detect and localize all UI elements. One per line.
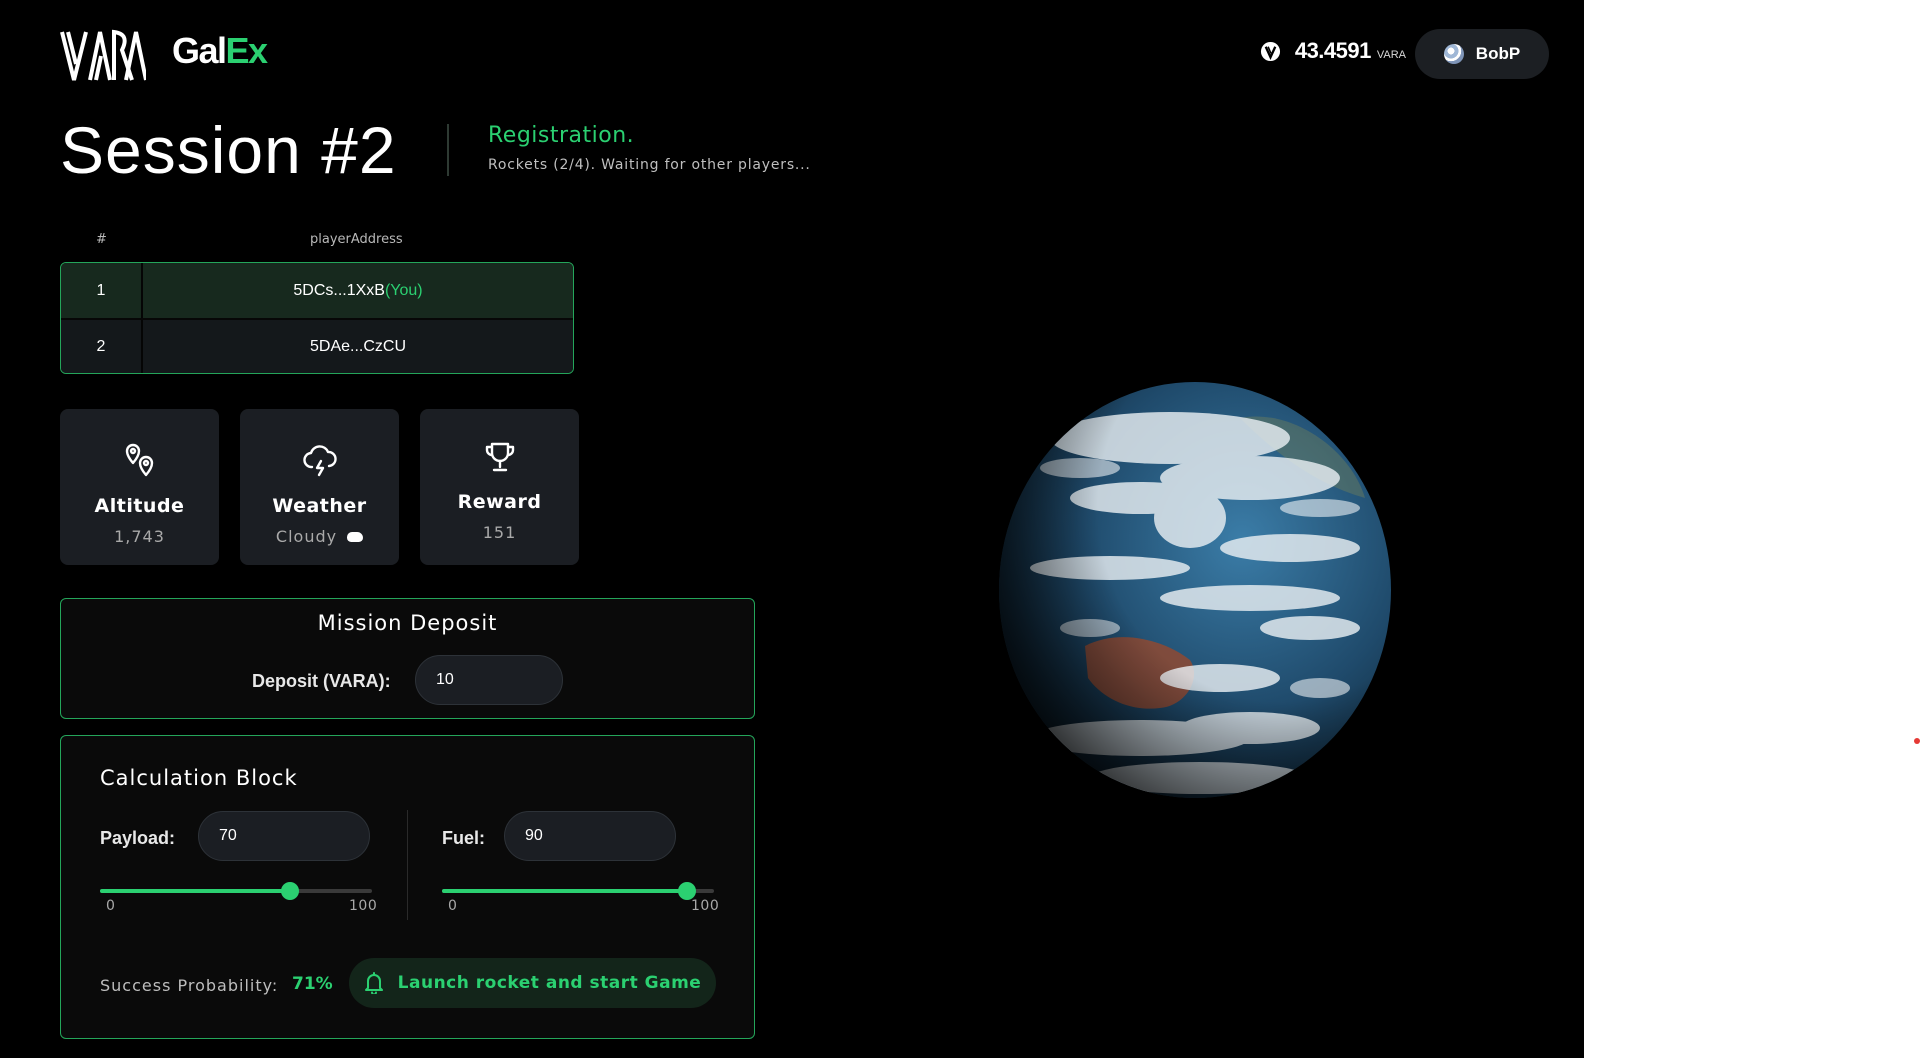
fuel-slider-fill — [442, 889, 687, 893]
deposit-input[interactable]: 10 — [415, 655, 563, 705]
payload-label: Payload: — [100, 828, 176, 848]
fuel-min-label: 0 — [448, 898, 458, 914]
table-row: 2 5DAe...CzCU — [61, 318, 573, 373]
you-tag: (You) — [384, 281, 423, 299]
balance-unit: VARA — [1376, 49, 1406, 61]
payload-min-label: 0 — [106, 898, 116, 914]
galex-logo-accent: Ex — [225, 30, 269, 71]
fuel-max-label: 100 — [691, 898, 720, 914]
launch-rocket-button[interactable]: Launch rocket and start Game — [349, 958, 716, 1008]
balance-amount: 43.4591 — [1294, 38, 1372, 63]
cloud-icon — [347, 531, 364, 542]
deposit-label: Deposit (VARA): — [252, 671, 391, 691]
reward-label: Reward — [457, 491, 542, 513]
fuel-input[interactable]: 90 — [504, 811, 676, 861]
success-probability-label: Success Probability: — [100, 976, 279, 995]
avatar — [1443, 44, 1464, 64]
column-header-address: playerAddress — [310, 232, 403, 247]
table-row: 1 5DCs...1XxB (You) — [61, 263, 573, 318]
fuel-slider[interactable] — [442, 881, 714, 901]
mission-deposit-title: Mission Deposit — [317, 611, 498, 635]
player-address-cell: 5DAe...CzCU — [143, 320, 573, 373]
page-title: Session #2 — [60, 113, 397, 187]
galex-logo-main: Gal — [172, 30, 227, 71]
column-header-num: # — [96, 232, 107, 247]
earth-image — [990, 378, 1395, 803]
bell-icon — [364, 972, 384, 994]
calc-divider — [407, 810, 408, 920]
launch-rocket-label: Launch rocket and start Game — [397, 973, 702, 993]
cloud-lightning-icon — [300, 439, 340, 479]
account-name: BobP — [1475, 44, 1521, 63]
vara-logo[interactable] — [60, 28, 148, 88]
altitude-value: 1,743 — [114, 527, 165, 546]
reward-value: 151 — [482, 523, 517, 542]
player-number: 2 — [61, 320, 143, 373]
player-address-cell: 5DCs...1XxB (You) — [143, 263, 573, 318]
players-table: 1 5DCs...1XxB (You) 2 5DAe...CzCU — [60, 262, 574, 374]
payload-slider[interactable] — [100, 881, 372, 901]
player-number: 1 — [61, 263, 143, 318]
fuel-label: Fuel: — [442, 828, 485, 848]
trophy-icon — [480, 437, 520, 477]
payload-max-label: 100 — [349, 898, 378, 914]
indicator-dot — [1914, 738, 1920, 744]
galex-logo[interactable]: GalEx — [172, 30, 269, 72]
session-status-detail: Rockets (2/4). Waiting for other players… — [488, 157, 811, 173]
weather-label: Weather — [272, 495, 367, 517]
app-window: GalEx 43.4591 VARA BobP Session #2 Regis… — [0, 0, 1584, 1058]
calculation-block-title: Calculation Block — [100, 766, 298, 790]
weather-value-row: Cloudy — [275, 527, 364, 546]
account-button[interactable]: BobP — [1415, 29, 1549, 79]
payload-slider-thumb[interactable] — [281, 882, 300, 900]
player-address: 5DAe...CzCU — [309, 337, 407, 355]
calculation-block-panel: Calculation Block Payload: 70 0 100 Fuel… — [60, 735, 755, 1039]
session-status: Registration. — [488, 123, 635, 148]
weather-value: Cloudy — [275, 527, 338, 546]
weather-card: Weather Cloudy — [240, 409, 399, 565]
title-divider — [447, 124, 449, 176]
payload-slider-fill — [100, 889, 291, 893]
altitude-card: Altitude 1,743 — [60, 409, 219, 565]
player-address: 5DCs...1XxB — [293, 281, 385, 299]
payload-input[interactable]: 70 — [198, 811, 370, 861]
wallet-balance: 43.4591 VARA — [1260, 38, 1406, 64]
mission-deposit-panel: Mission Deposit Deposit (VARA): 10 — [60, 598, 755, 719]
altitude-label: Altitude — [94, 495, 185, 517]
blank-area — [1584, 0, 1920, 1058]
map-pins-icon — [120, 439, 160, 479]
reward-card: Reward 151 — [420, 409, 579, 565]
success-probability-value: 71% — [292, 974, 333, 994]
vara-coin-icon — [1260, 41, 1280, 61]
